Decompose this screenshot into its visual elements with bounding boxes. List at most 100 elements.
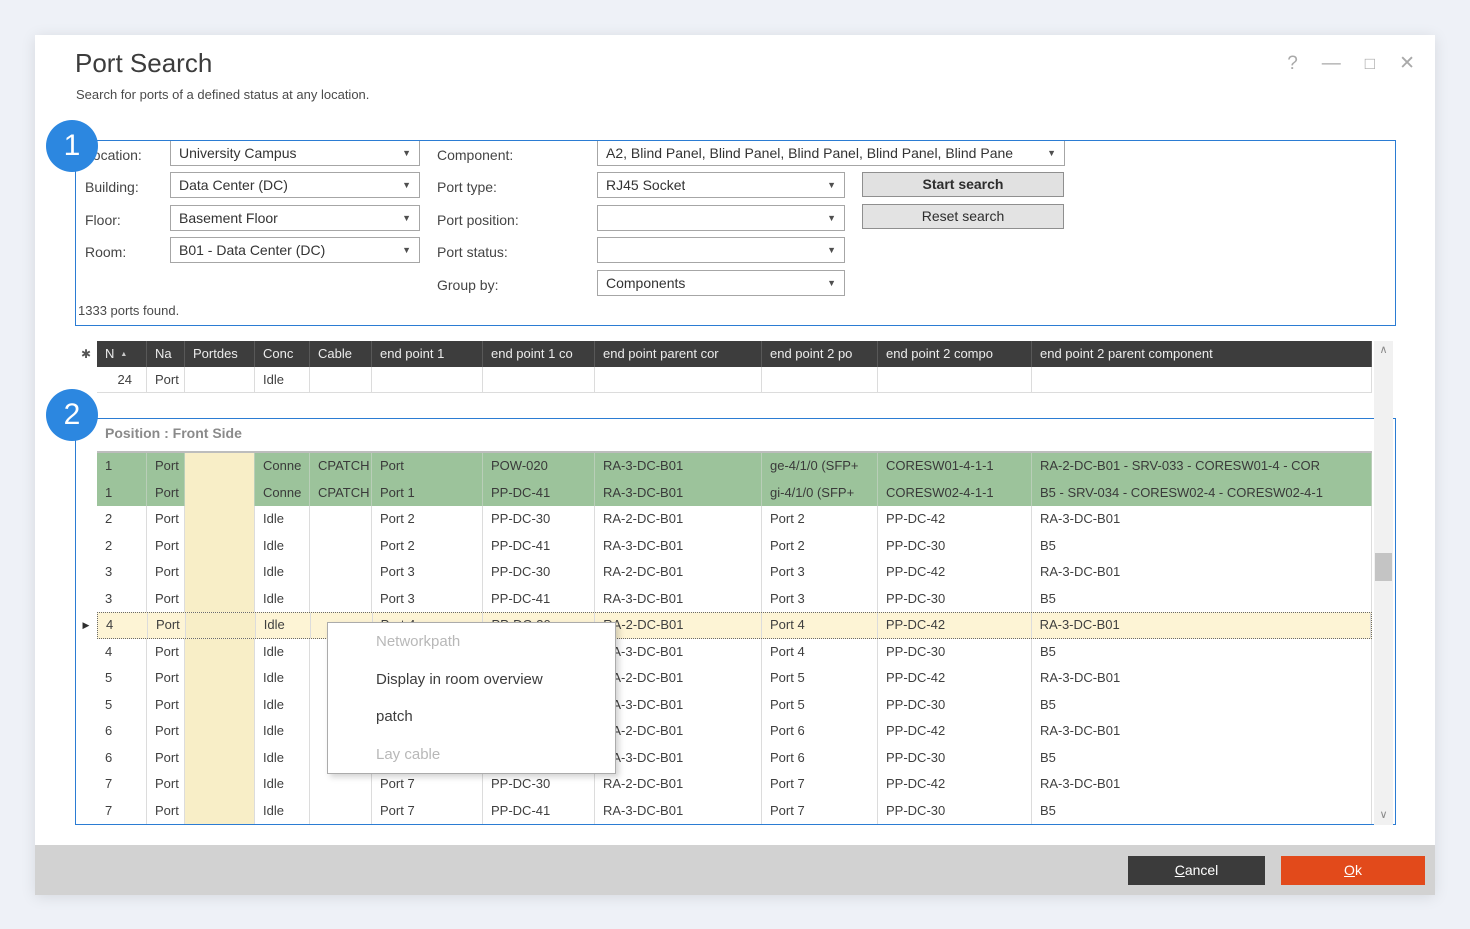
table-row[interactable]: 2PortIdlePort 2PP-DC-30RA-2-DC-B01Port 2… bbox=[75, 506, 1372, 533]
column-header[interactable]: end point 1 co bbox=[483, 341, 595, 367]
grid-cell: Port bbox=[147, 692, 185, 719]
close-icon[interactable]: ✕ bbox=[1399, 53, 1415, 75]
table-row[interactable]: 24PortIdle bbox=[75, 367, 1372, 393]
column-header[interactable]: end point 1 bbox=[372, 341, 483, 367]
grid-cell: Port 7 bbox=[372, 798, 483, 825]
table-row[interactable]: ▶4PortIdlePort 4PP-DC-30RA-2-DC-B01Port … bbox=[75, 612, 1372, 639]
grid-cell bbox=[185, 506, 255, 533]
table-row[interactable]: 1PortConneCPATCHPort 1PP-DC-41RA-3-DC-B0… bbox=[75, 480, 1372, 507]
building-select[interactable]: Data Center (DC) ▼ bbox=[170, 172, 420, 198]
grid-cell bbox=[310, 798, 372, 825]
table-row[interactable]: 2PortIdlePort 2PP-DC-41RA-3-DC-B01Port 2… bbox=[75, 533, 1372, 560]
column-header[interactable]: end point 2 compo bbox=[878, 341, 1032, 367]
grid-cell: ge-4/1/0 (SFP+ bbox=[762, 453, 878, 480]
maximize-icon[interactable]: □ bbox=[1365, 53, 1375, 75]
row-indicator bbox=[75, 745, 97, 772]
chevron-down-icon: ▼ bbox=[1047, 148, 1056, 158]
grid-cell: PP-DC-41 bbox=[483, 798, 595, 825]
reset-search-button[interactable]: Reset search bbox=[862, 204, 1064, 229]
grid-cell: PP-DC-42 bbox=[878, 506, 1032, 533]
table-row[interactable]: 7PortIdlePort 7PP-DC-30RA-2-DC-B01Port 7… bbox=[75, 771, 1372, 798]
column-header[interactable]: end point 2 parent component bbox=[1032, 341, 1372, 367]
grid-cell: Port 5 bbox=[762, 692, 878, 719]
table-row[interactable]: 7PortIdlePort 7PP-DC-41RA-3-DC-B01Port 7… bbox=[75, 798, 1372, 825]
grid-cell bbox=[185, 586, 255, 613]
grid-cell: Port 4 bbox=[762, 613, 878, 638]
row-indicator bbox=[75, 506, 97, 533]
start-search-button[interactable]: Start search bbox=[862, 172, 1064, 197]
grid-cell: PP-DC-30 bbox=[878, 533, 1032, 560]
grid-settings-icon[interactable]: ✱ bbox=[75, 341, 97, 367]
scroll-up-icon[interactable]: ∧ bbox=[1374, 341, 1393, 360]
column-header[interactable]: end point parent cor bbox=[595, 341, 762, 367]
chevron-down-icon: ▼ bbox=[402, 180, 411, 190]
scroll-down-icon[interactable]: ∨ bbox=[1374, 806, 1393, 825]
column-header[interactable]: end point 2 po bbox=[762, 341, 878, 367]
table-row[interactable]: 3PortIdlePort 3PP-DC-30RA-2-DC-B01Port 3… bbox=[75, 559, 1372, 586]
context-menu-item[interactable]: patch bbox=[328, 698, 615, 736]
table-row[interactable]: 5PortIdlePort 5PP-DC-41RA-3-DC-B01Port 5… bbox=[75, 692, 1372, 719]
location-value: University Campus bbox=[179, 145, 296, 161]
column-header[interactable]: Na bbox=[147, 341, 185, 367]
port-status-select[interactable]: ▼ bbox=[597, 237, 845, 263]
table-row[interactable]: 4PortIdlePort 4PP-DC-41RA-3-DC-B01Port 4… bbox=[75, 639, 1372, 666]
footer-bar: Cancel Ok bbox=[35, 845, 1435, 895]
port-type-select[interactable]: RJ45 Socket ▼ bbox=[597, 172, 845, 198]
grid-cell: RA-3-DC-B01 bbox=[595, 639, 762, 666]
screen: ? — □ ✕ Port Search Search for ports of … bbox=[0, 0, 1470, 929]
grid-cell: RA-2-DC-B01 - SRV-033 - CORESW01-4 - COR bbox=[1032, 453, 1372, 480]
grid-cell bbox=[310, 506, 372, 533]
grid-cell: Port bbox=[147, 771, 185, 798]
grid-cell: B5 bbox=[1032, 692, 1372, 719]
port-position-select[interactable]: ▼ bbox=[597, 205, 845, 231]
component-select[interactable]: A2, Blind Panel, Blind Panel, Blind Pane… bbox=[597, 140, 1065, 166]
grid-cell: 24 bbox=[97, 367, 147, 393]
column-header[interactable]: Portdes bbox=[185, 341, 255, 367]
grid-cell bbox=[185, 771, 255, 798]
scrollbar-thumb[interactable] bbox=[1375, 553, 1392, 581]
context-menu-item[interactable]: Display in room overview bbox=[328, 661, 615, 699]
grid-cell bbox=[310, 771, 372, 798]
column-header[interactable]: N▲ bbox=[97, 341, 147, 367]
step-badge-1: 1 bbox=[46, 120, 98, 172]
grid-cell: 5 bbox=[97, 692, 147, 719]
grid-cell: Port bbox=[372, 453, 483, 480]
grid-cell: Port 2 bbox=[372, 533, 483, 560]
results-scrollbar[interactable]: ∧ ∨ bbox=[1374, 341, 1393, 825]
grid-cell: Port 2 bbox=[762, 506, 878, 533]
table-row[interactable]: 3PortIdlePort 3PP-DC-41RA-3-DC-B01Port 3… bbox=[75, 586, 1372, 613]
grid-cell: RA-2-DC-B01 bbox=[595, 559, 762, 586]
column-header[interactable]: Cable bbox=[310, 341, 372, 367]
grid-cell: B5 bbox=[1032, 798, 1372, 825]
grid-header-row: ✱ N▲NaPortdesConcCableend point 1end poi… bbox=[75, 341, 1372, 367]
grid-cell bbox=[185, 533, 255, 560]
group-by-select[interactable]: Components ▼ bbox=[597, 270, 845, 296]
grid-cell: RA-3-DC-B01 bbox=[595, 745, 762, 772]
table-row[interactable]: 1PortConneCPATCHPortPOW-020RA-3-DC-B01ge… bbox=[75, 453, 1372, 480]
floor-value: Basement Floor bbox=[179, 210, 278, 226]
grid-cell: PP-DC-30 bbox=[483, 559, 595, 586]
grid-cell: PP-DC-42 bbox=[878, 559, 1032, 586]
ok-button[interactable]: Ok bbox=[1281, 856, 1425, 885]
grid-cell: Idle bbox=[255, 639, 310, 666]
grid-cell: PP-DC-42 bbox=[878, 613, 1032, 638]
table-row[interactable]: 6PortIdlePort 6PP-DC-30RA-2-DC-B01Port 6… bbox=[75, 718, 1372, 745]
grid-cell: PP-DC-30 bbox=[483, 506, 595, 533]
help-icon[interactable]: ? bbox=[1287, 53, 1298, 75]
component-value: A2, Blind Panel, Blind Panel, Blind Pane… bbox=[606, 145, 1013, 161]
table-row[interactable]: 6PortIdlePort 6PP-DC-41RA-3-DC-B01Port 6… bbox=[75, 745, 1372, 772]
cancel-button[interactable]: Cancel bbox=[1128, 856, 1265, 885]
grid-cell: 4 bbox=[98, 613, 148, 638]
minimize-icon[interactable]: — bbox=[1322, 53, 1341, 75]
grid-cell: Port 7 bbox=[372, 771, 483, 798]
grid-cell: Idle bbox=[255, 771, 310, 798]
grid-cell: CORESW01-4-1-1 bbox=[878, 453, 1032, 480]
floor-select[interactable]: Basement Floor ▼ bbox=[170, 205, 420, 231]
component-label: Component: bbox=[437, 142, 513, 168]
room-select[interactable]: B01 - Data Center (DC) ▼ bbox=[170, 237, 420, 263]
column-header[interactable]: Conc bbox=[255, 341, 310, 367]
grid-cell: 6 bbox=[97, 745, 147, 772]
table-row[interactable]: 5PortIdlePort 5PP-DC-30RA-2-DC-B01Port 5… bbox=[75, 665, 1372, 692]
location-select[interactable]: University Campus ▼ bbox=[170, 140, 420, 166]
grid-cell: PP-DC-30 bbox=[878, 586, 1032, 613]
